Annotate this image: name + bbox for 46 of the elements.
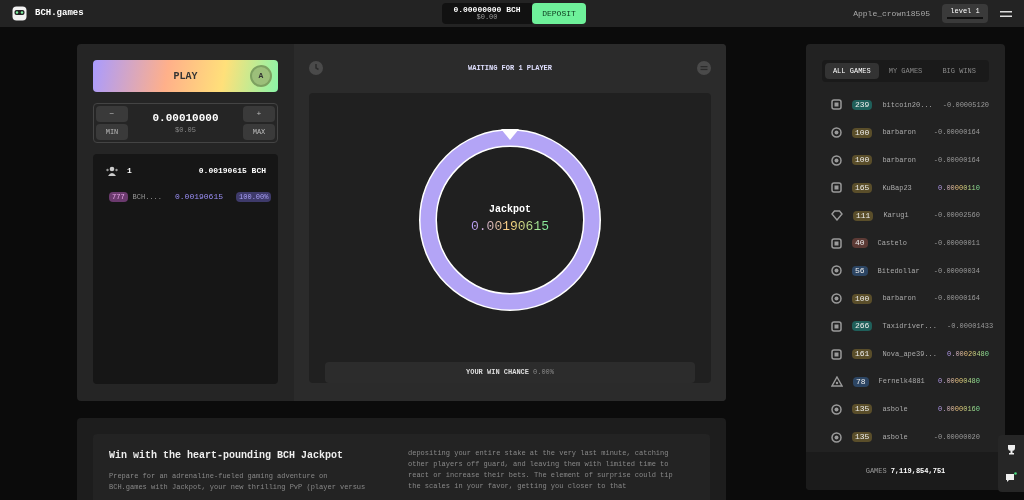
play-button[interactable]: PLAY A — [93, 60, 278, 92]
robot-logo-icon — [12, 6, 27, 21]
square-icon — [831, 182, 842, 194]
increase-button[interactable]: + — [243, 106, 275, 122]
players-count: 1 — [127, 165, 132, 177]
player-level-badge: 78 — [853, 376, 869, 387]
player-level-badge: 40 — [852, 238, 868, 249]
article-title: Win with the heart-pounding BCH Jackpot — [109, 449, 345, 463]
menu-icon[interactable] — [1000, 8, 1012, 19]
square-icon — [831, 237, 842, 249]
square-icon — [831, 99, 842, 111]
diamond-icon — [831, 210, 843, 222]
pointer-icon — [501, 129, 519, 140]
triangle-icon — [831, 376, 843, 388]
users-icon — [105, 166, 119, 176]
player-level-badge: 56 — [852, 265, 868, 276]
player-level-badge: 100 — [852, 155, 873, 166]
username[interactable]: Apple_crown18505 — [853, 7, 930, 20]
bet-amount-input[interactable]: 0.00010000 — [152, 111, 219, 126]
target-icon — [831, 431, 842, 443]
site-name[interactable]: BCH.games — [35, 6, 84, 21]
player-level-badge: 100 — [852, 127, 873, 138]
player-level-badge: 111 — [853, 210, 874, 221]
trophy-icon[interactable] — [1005, 443, 1017, 455]
pot-total: 0.00190615 BCH — [198, 165, 266, 177]
player-level-badge: 239 — [852, 99, 873, 110]
balance-amount: 0.00000000 BCH — [453, 6, 521, 14]
jackpot-title: Jackpot — [489, 202, 531, 217]
player-level-badge: 165 — [852, 182, 873, 193]
player-level-badge: 135 — [852, 432, 873, 443]
square-icon — [831, 320, 842, 332]
player-level-badge: 161 — [852, 349, 873, 360]
auto-play-toggle[interactable]: A — [250, 65, 272, 87]
target-icon — [831, 265, 842, 277]
player-level-badge: 266 — [852, 321, 873, 332]
deposit-button[interactable]: DEPOSIT — [532, 3, 586, 24]
target-icon — [831, 154, 842, 166]
player-level-badge: 100 — [852, 293, 873, 304]
square-icon — [831, 348, 842, 360]
target-icon — [831, 293, 842, 305]
player-bet: 0.00190615 — [175, 191, 224, 203]
target-icon — [831, 127, 842, 139]
chat-icon[interactable] — [1005, 472, 1017, 484]
decrease-button[interactable]: − — [96, 106, 128, 122]
player-level-badge: 135 — [852, 404, 873, 415]
target-icon — [831, 403, 842, 415]
